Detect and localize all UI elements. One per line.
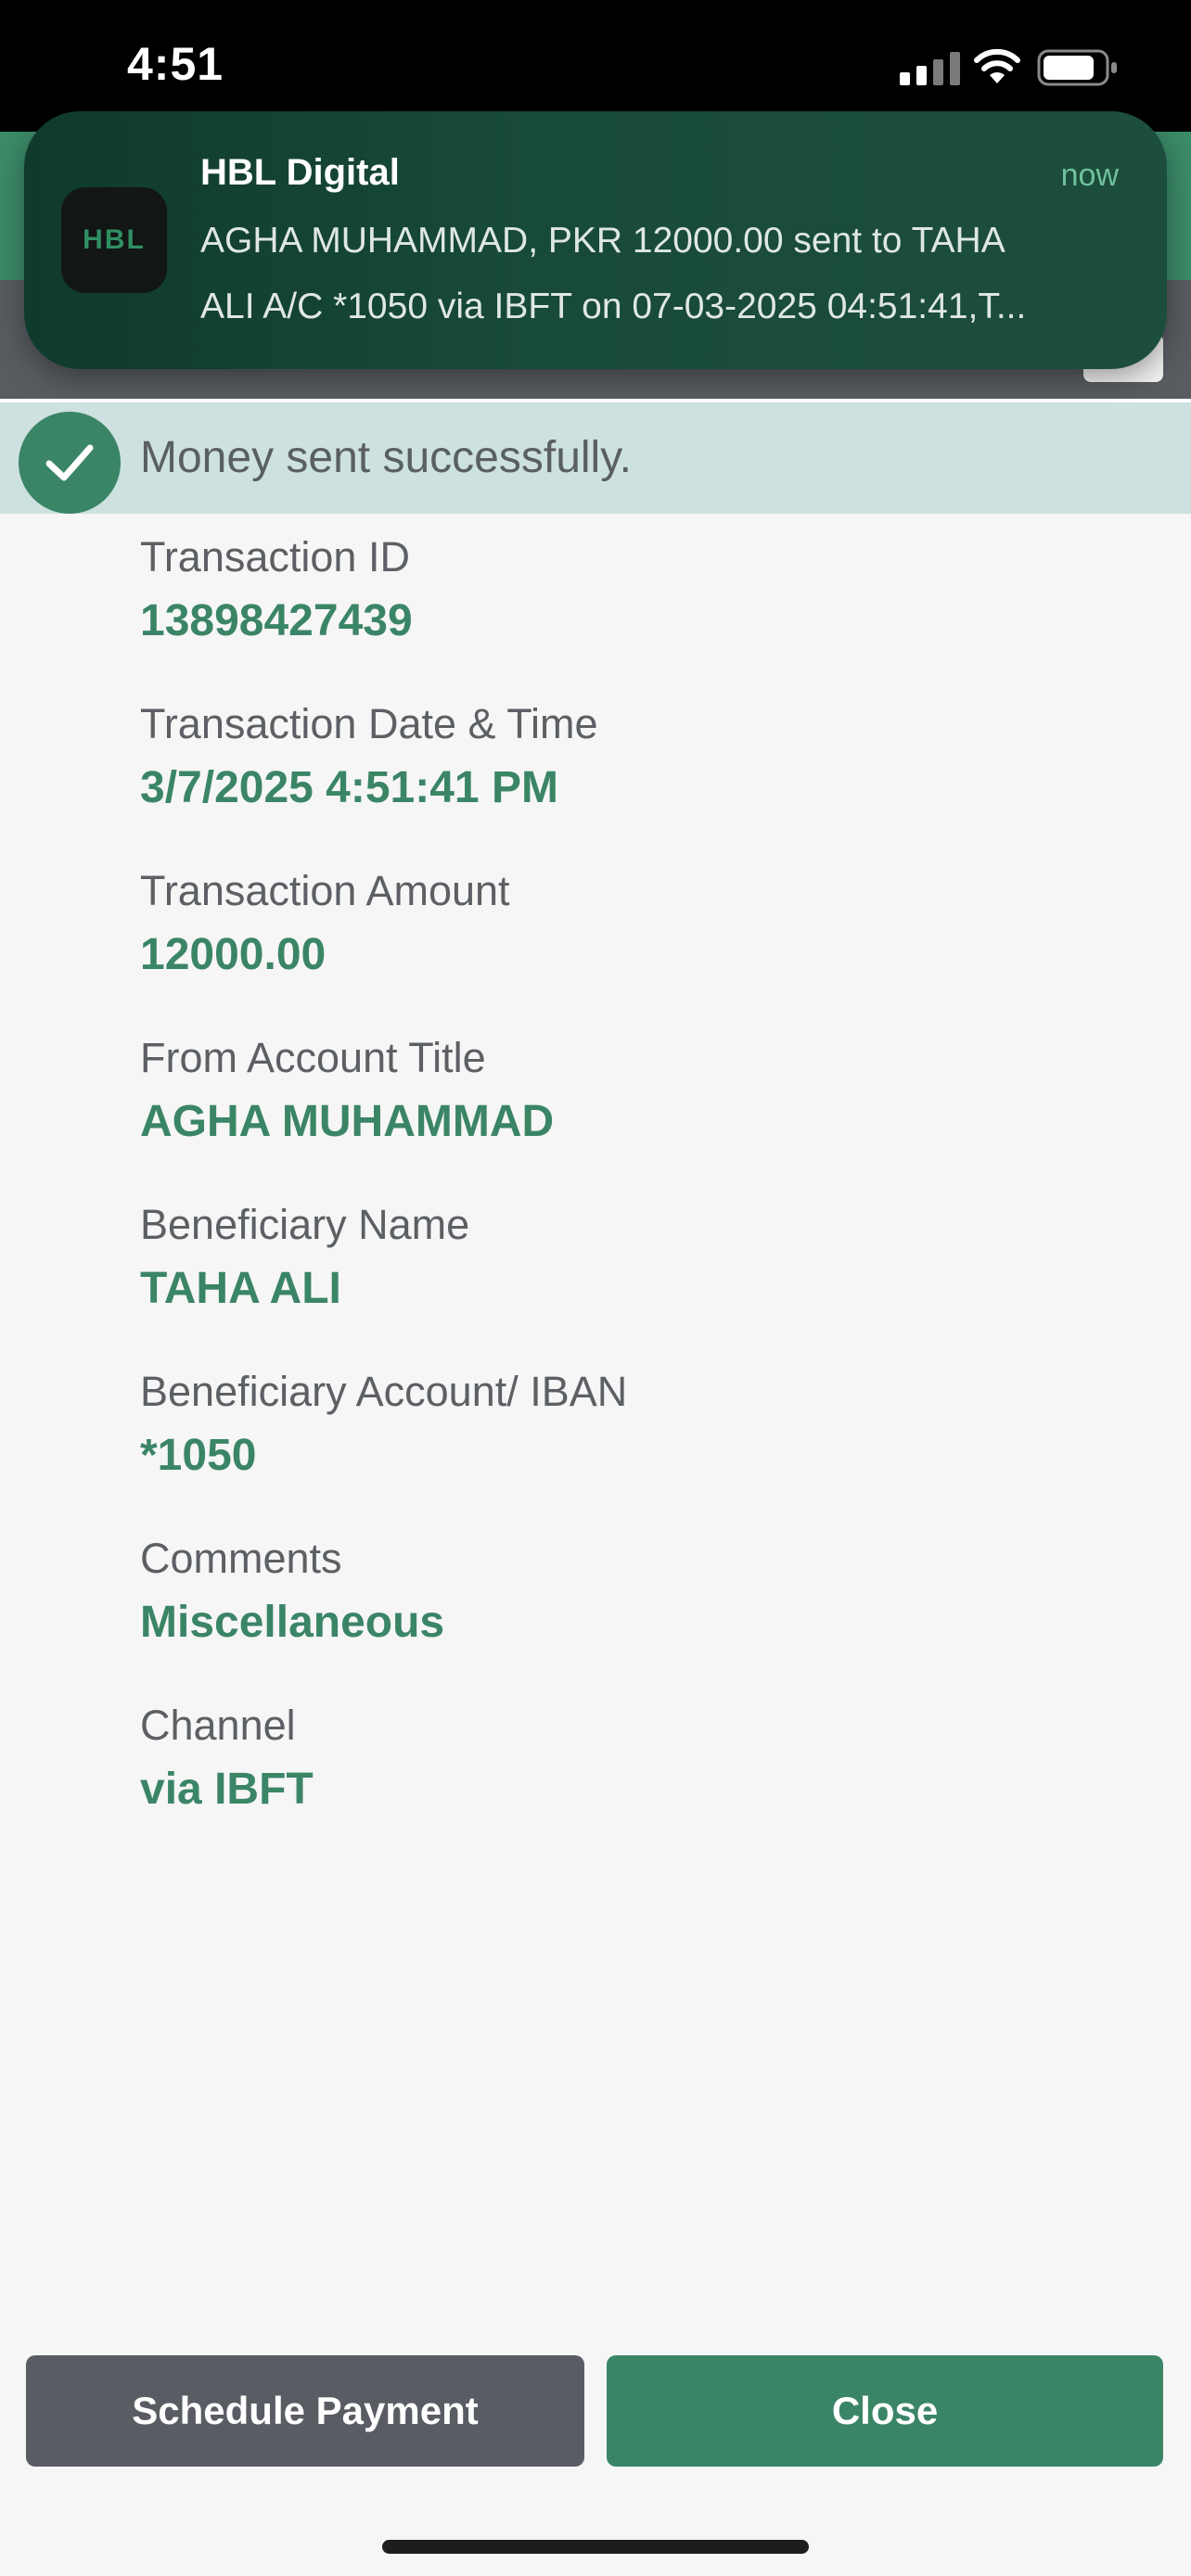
detail-from-account: From Account Title AGHA MUHAMMAD (140, 1029, 627, 1196)
transaction-details: Transaction ID 13898427439 Transaction D… (140, 529, 627, 1864)
detail-label: From Account Title (140, 1034, 486, 1081)
detail-value: 13898427439 (140, 596, 413, 645)
close-button[interactable]: Close (607, 2355, 1163, 2467)
detail-channel: Channel via IBFT (140, 1697, 627, 1864)
hbl-app-icon-text: HBL (83, 224, 146, 255)
detail-label: Transaction Date & Time (140, 700, 598, 747)
detail-value: 3/7/2025 4:51:41 PM (140, 763, 558, 812)
detail-label: Beneficiary Name (140, 1201, 470, 1248)
wifi-icon (974, 48, 1020, 83)
detail-amount: Transaction Amount 12000.00 (140, 862, 627, 1029)
success-message: Money sent successfully. (140, 433, 632, 482)
schedule-payment-button[interactable]: Schedule Payment (26, 2355, 584, 2467)
detail-beneficiary-name: Beneficiary Name TAHA ALI (140, 1196, 627, 1363)
detail-label: Transaction Amount (140, 867, 510, 914)
notification-time: now (1060, 158, 1119, 193)
detail-label: Channel (140, 1702, 296, 1749)
detail-value: TAHA ALI (140, 1264, 341, 1313)
screen: 4:51 HBL HBL Digital now AGHA MUHAMMAD, (0, 0, 1191, 2576)
detail-value: *1050 (140, 1431, 257, 1480)
detail-label: Transaction ID (140, 533, 410, 580)
detail-label: Comments (140, 1535, 342, 1582)
success-check-icon (19, 412, 121, 514)
status-time: 4:51 (127, 38, 224, 90)
notification-line-1: AGHA MUHAMMAD, PKR 12000.00 sent to TAHA (200, 221, 1005, 261)
detail-transaction-id: Transaction ID 13898427439 (140, 529, 627, 695)
hbl-app-icon: HBL (61, 187, 167, 293)
detail-beneficiary-account: Beneficiary Account/ IBAN *1050 (140, 1363, 627, 1530)
detail-comments: Comments Miscellaneous (140, 1530, 627, 1697)
notification-line-2: ALI A/C *1050 via IBFT on 07-03-2025 04:… (200, 287, 1027, 326)
detail-value: 12000.00 (140, 930, 327, 979)
detail-date-time: Transaction Date & Time 3/7/2025 4:51:41… (140, 695, 627, 862)
detail-value: AGHA MUHAMMAD (140, 1097, 555, 1146)
notification-body: AGHA MUHAMMAD, PKR 12000.00 sent to TAHA… (200, 208, 1128, 339)
detail-value: Miscellaneous (140, 1598, 445, 1647)
detail-label: Beneficiary Account/ IBAN (140, 1368, 628, 1415)
cellular-signal-icon (900, 52, 960, 85)
notification-app-name: HBL Digital (200, 152, 400, 193)
push-notification[interactable]: HBL HBL Digital now AGHA MUHAMMAD, PKR 1… (24, 111, 1167, 369)
detail-value: via IBFT (140, 1765, 314, 1814)
home-indicator[interactable] (382, 2540, 809, 2554)
battery-icon (1037, 49, 1117, 86)
